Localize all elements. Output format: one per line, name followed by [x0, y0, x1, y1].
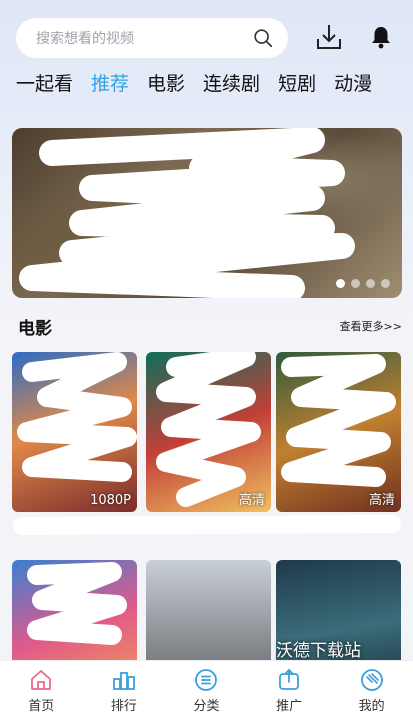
nav-label: 推广 — [276, 698, 303, 714]
movie-poster[interactable]: 1080P — [12, 352, 137, 512]
nav-label: 我的 — [358, 698, 385, 714]
nav-ranking[interactable]: 排行 — [89, 668, 159, 714]
redacted-overlay — [281, 354, 396, 487]
tab-anime[interactable]: 动漫 — [334, 69, 372, 96]
carousel-dot[interactable] — [366, 279, 375, 288]
watermark-text: 沃德下载站 — [276, 641, 361, 661]
share-icon — [279, 668, 299, 690]
redacted-overlay — [156, 352, 261, 507]
section-title: 电影 — [18, 318, 52, 339]
nav-label: 排行 — [110, 698, 137, 714]
redacted-overlay — [13, 515, 401, 535]
nav-home[interactable]: 首页 — [6, 668, 76, 714]
nav-promote[interactable]: 推广 — [254, 668, 324, 714]
redacted-overlay — [17, 352, 137, 482]
category-icon — [195, 668, 218, 691]
category-tabs: 一起看 推荐 电影 连续剧 短剧 动漫 — [16, 66, 390, 98]
nav-label: 首页 — [28, 698, 55, 714]
see-more-link[interactable]: 查看更多>> — [340, 318, 402, 334]
profile-icon — [360, 668, 383, 691]
redacted-overlay — [19, 128, 355, 298]
quality-badge: 高清 — [368, 493, 395, 508]
tab-movies[interactable]: 电影 — [147, 69, 185, 96]
banner-carousel[interactable] — [12, 128, 402, 298]
tab-recommend[interactable]: 推荐 — [91, 69, 129, 96]
search-icon[interactable] — [252, 27, 274, 49]
nav-label: 分类 — [193, 698, 220, 714]
carousel-dots — [336, 279, 390, 288]
bell-icon[interactable] — [368, 24, 394, 50]
tab-watch-together[interactable]: 一起看 — [16, 69, 73, 96]
tab-short-drama[interactable]: 短剧 — [278, 69, 316, 96]
carousel-dot[interactable] — [351, 279, 360, 288]
movie-poster[interactable]: 高清 — [276, 352, 401, 512]
search-input[interactable]: 搜索想看的视频 — [36, 28, 252, 48]
carousel-dot[interactable] — [336, 279, 345, 288]
ranking-icon — [112, 671, 135, 690]
movies-section-header: 电影 查看更多>> — [18, 314, 402, 339]
carousel-dot[interactable] — [381, 279, 390, 288]
nav-profile[interactable]: 我的 — [337, 668, 407, 714]
movie-poster[interactable]: 高清 — [146, 352, 271, 512]
search-bar[interactable]: 搜索想看的视频 — [16, 18, 288, 58]
quality-badge: 高清 — [238, 493, 265, 508]
nav-category[interactable]: 分类 — [171, 668, 241, 714]
download-icon[interactable] — [314, 22, 344, 52]
quality-badge: 1080P — [90, 493, 131, 508]
bottom-navigation: 首页 排行 分类 推广 我的 — [0, 660, 413, 720]
tab-series[interactable]: 连续剧 — [203, 69, 260, 96]
home-icon — [31, 669, 52, 690]
